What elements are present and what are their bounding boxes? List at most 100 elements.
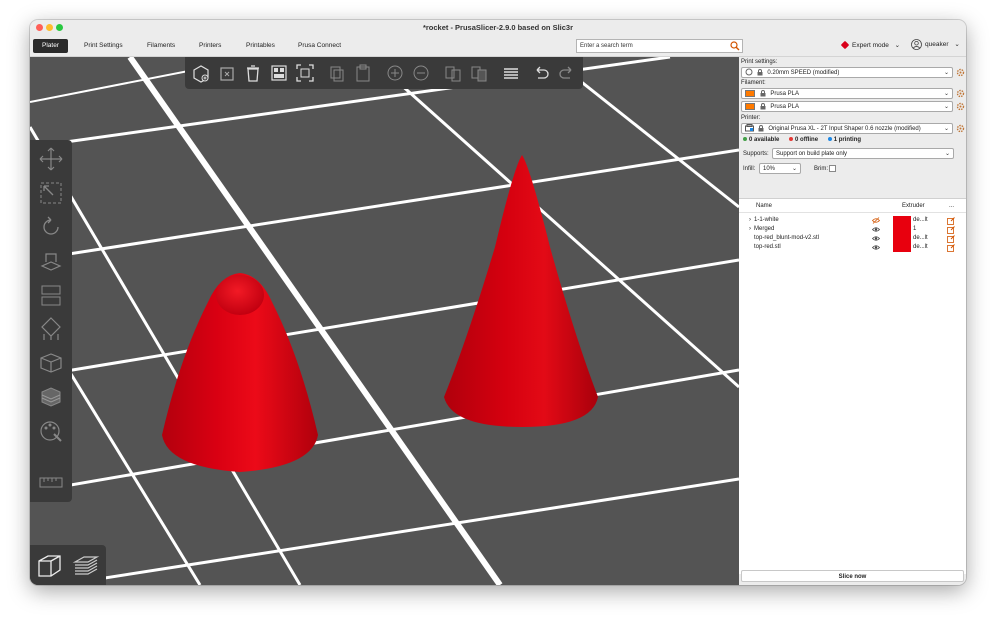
- infill-label: Infill:: [743, 166, 756, 172]
- eye-icon[interactable]: [872, 244, 880, 251]
- extruder-value[interactable]: de...lt: [913, 216, 928, 225]
- hidden-eye-icon[interactable]: [872, 217, 880, 224]
- left-gizmo-toolbar: [30, 140, 72, 502]
- infill-combo[interactable]: 10% ⌄: [759, 163, 801, 174]
- filament-color-swatch[interactable]: [745, 102, 755, 110]
- extruder-value[interactable]: 1: [913, 225, 916, 234]
- search-input[interactable]: Enter a search term: [576, 39, 743, 53]
- edit-icon[interactable]: [947, 217, 955, 225]
- copy-icon[interactable]: [327, 63, 347, 83]
- tab-plater[interactable]: Plater: [33, 39, 68, 53]
- filament-label: Filament:: [741, 80, 766, 86]
- tab-printers[interactable]: Printers: [190, 39, 230, 53]
- app-window: *rocket - PrusaSlicer-2.9.0 based on Sli…: [30, 20, 966, 585]
- top-toolbar: [185, 57, 583, 89]
- move-icon[interactable]: [38, 146, 64, 172]
- infill-value: 10%: [763, 166, 776, 172]
- chevron-down-icon: ⌄: [954, 41, 960, 48]
- tab-printables[interactable]: Printables: [237, 39, 284, 53]
- fuzzy-skin-icon[interactable]: [38, 384, 64, 410]
- object-name: top-red_blunt-mod-v2.stl: [754, 235, 820, 241]
- add-instance-icon[interactable]: [385, 63, 405, 83]
- edit-icon[interactable]: [947, 244, 955, 252]
- supports-label: Supports:: [743, 151, 769, 157]
- filament-name: Prusa PLA: [770, 91, 800, 97]
- arrange-icon[interactable]: [269, 63, 289, 83]
- expand-arrow-icon[interactable]: ›: [749, 216, 751, 225]
- extruder-value[interactable]: de...lt: [913, 234, 928, 243]
- gear-icon[interactable]: [956, 68, 965, 77]
- view-toggle: [30, 545, 106, 585]
- place-on-face-icon[interactable]: [38, 248, 64, 274]
- list-item[interactable]: › 1-1-white de...lt: [739, 216, 966, 225]
- seam-paint-icon[interactable]: [38, 350, 64, 376]
- main-tab-bar: Plater Print Settings Filaments Printers…: [30, 36, 966, 57]
- layers-editing-icon[interactable]: [501, 63, 521, 83]
- expert-mode-icon: [840, 41, 850, 50]
- extruder-value[interactable]: de...lt: [913, 243, 928, 252]
- supports-paint-icon[interactable]: [38, 316, 64, 342]
- gear-icon[interactable]: [956, 102, 965, 111]
- column-header-name[interactable]: Name: [756, 201, 772, 211]
- search-icon[interactable]: [730, 41, 740, 51]
- tab-prusa-connect[interactable]: Prusa Connect: [289, 39, 350, 53]
- split-parts-icon[interactable]: [469, 63, 489, 83]
- expand-arrow-icon[interactable]: ›: [749, 225, 751, 234]
- mmu-paint-icon[interactable]: [38, 418, 64, 444]
- column-header-more[interactable]: ...: [949, 201, 954, 211]
- delete-all-icon[interactable]: [243, 63, 263, 83]
- chevron-down-icon: ⌄: [943, 91, 949, 97]
- title-bar: *rocket - PrusaSlicer-2.9.0 based on Sli…: [30, 20, 966, 36]
- split-objects-icon[interactable]: [443, 63, 463, 83]
- preview-layers-icon[interactable]: [72, 552, 100, 580]
- status-offline: 0 offline: [789, 137, 818, 143]
- gear-icon[interactable]: [956, 89, 965, 98]
- tab-filaments[interactable]: Filaments: [138, 39, 184, 53]
- mode-selector[interactable]: Expert mode ⌄: [840, 39, 900, 53]
- 3d-view-icon[interactable]: [36, 552, 64, 580]
- undo-icon[interactable]: [531, 63, 551, 83]
- remove-instance-icon[interactable]: [411, 63, 431, 83]
- tab-print-settings[interactable]: Print Settings: [75, 39, 132, 53]
- list-item[interactable]: › Merged 1: [739, 225, 966, 234]
- user-avatar-icon: [911, 38, 922, 50]
- list-item[interactable]: top-red.stl de...lt: [739, 243, 966, 252]
- eye-icon[interactable]: [872, 235, 880, 242]
- window-title: *rocket - PrusaSlicer-2.9.0 based on Sli…: [422, 23, 574, 32]
- print-settings-value: 0.20mm SPEED (modified): [767, 70, 840, 76]
- add-icon[interactable]: [191, 63, 211, 83]
- list-item[interactable]: top-red_blunt-mod-v2.stl de...lt: [739, 234, 966, 243]
- user-name: queaker: [925, 41, 949, 48]
- user-account-menu[interactable]: queaker ⌄: [911, 38, 960, 52]
- printer-label: Printer:: [741, 115, 761, 121]
- gear-icon[interactable]: [956, 124, 965, 133]
- filament-combo-1[interactable]: Prusa PLA ⌄: [741, 88, 953, 99]
- 3d-scene-viewport[interactable]: [30, 57, 739, 585]
- edit-icon[interactable]: [947, 235, 955, 243]
- eye-icon[interactable]: [872, 226, 880, 233]
- delete-icon[interactable]: [217, 63, 237, 83]
- printer-combo[interactable]: Original Prusa XL - 2T Input Shaper 0.6 …: [741, 123, 953, 134]
- paste-icon[interactable]: [353, 63, 373, 83]
- status-printing: 1 printing: [827, 137, 861, 143]
- print-settings-combo[interactable]: 0.20mm SPEED (modified) ⌄: [741, 67, 953, 78]
- extruder-color-swatch: [893, 243, 911, 252]
- scale-icon[interactable]: [38, 180, 64, 206]
- measure-icon[interactable]: [38, 470, 64, 496]
- filament-color-swatch[interactable]: [745, 89, 755, 97]
- arrange-selection-icon[interactable]: [295, 63, 315, 83]
- rotate-icon[interactable]: [38, 214, 64, 240]
- edit-icon[interactable]: [947, 226, 955, 234]
- slice-now-button[interactable]: Slice now: [741, 570, 964, 582]
- brim-checkbox[interactable]: [829, 165, 836, 172]
- supports-combo[interactable]: Support on build plate only ⌄: [772, 148, 954, 159]
- filament-name: Prusa PLA: [770, 104, 800, 110]
- chevron-down-icon: ⌄: [944, 151, 950, 157]
- cut-icon[interactable]: [38, 282, 64, 308]
- filament-combo-2[interactable]: Prusa PLA ⌄: [741, 101, 953, 112]
- column-header-extruder[interactable]: Extruder: [902, 201, 925, 211]
- chevron-down-icon: ⌄: [943, 126, 949, 132]
- sharp-cone-object: [444, 155, 598, 427]
- extruder-color-swatch: [893, 225, 911, 234]
- redo-icon[interactable]: [557, 63, 577, 83]
